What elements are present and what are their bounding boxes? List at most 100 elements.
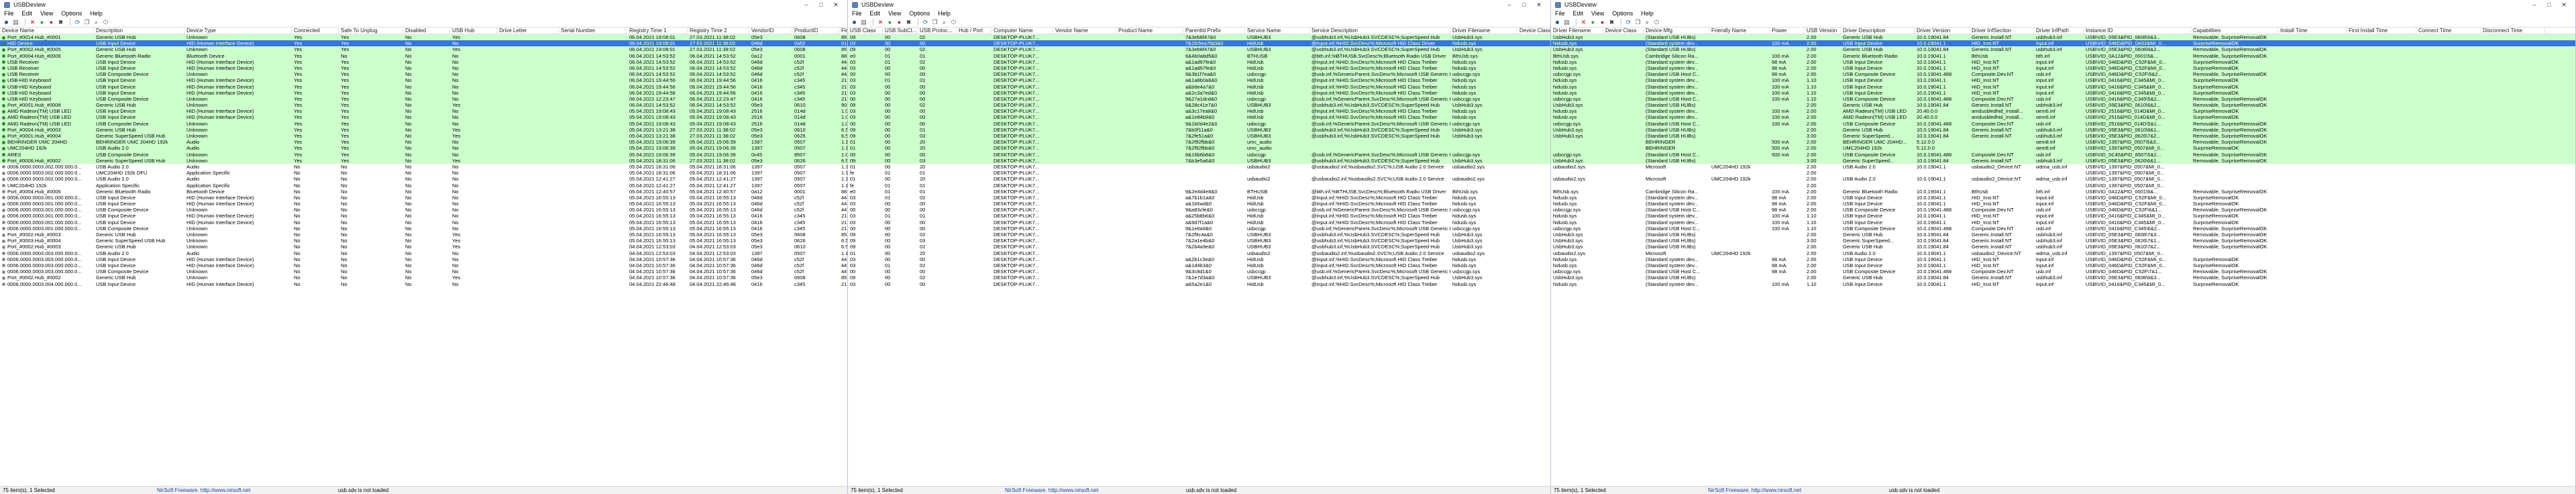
table-row[interactable]: 00 00 00 DESKTOP-PLUK7... 9&1b0d4e2&0 usbccgp… <box>848 120 1550 127</box>
table-row[interactable]: usbccgp.sys (Standard USB Host C... 100 mA… <box>1551 226 2575 232</box>
column-header-cell[interactable]: Drive Letter <box>497 28 559 34</box>
table-row[interactable]: 09 00 02 DESKTOP-PLUK7... 7&2b4a9e&0 USBHUB3 @… <box>848 244 1550 250</box>
maximize-button[interactable]: □ <box>2542 1 2557 8</box>
table-row[interactable]: UsbHub3.sys (Standard USB HUBs) 2.00 Generi… <box>1551 102 2575 109</box>
table-row[interactable]: hidusb.sys (Standard system dev... 98 mA 2.… <box>1551 201 2575 207</box>
save-icon[interactable]: ■ <box>851 19 858 26</box>
table-row[interactable]: BthUsb.sys Cambridge Silicon Ra... 100 mA 2… <box>1551 52 2575 59</box>
column-header-cell[interactable]: USB Version <box>1805 28 1841 34</box>
nirsoft-link[interactable]: NirSoft Freeware. http://www.nirsoft.net <box>157 487 331 493</box>
menu-file[interactable]: File <box>852 10 862 17</box>
table-row[interactable]: AMD Radeon(TM) USB LED USB Input Device HI… <box>0 108 847 115</box>
device-list[interactable]: Port_#0014.Hub_#0001 Generic USB Hub Unkno… <box>0 34 847 487</box>
table-row[interactable]: BEHRINGER UMC 204HD BEHRINGER UMC 204HD 1… <box>0 139 847 146</box>
column-header-cell[interactable]: ParentId Prefix <box>1183 28 1245 34</box>
table-row[interactable]: hidusb.sys (Standard system dev... 100 mA 1… <box>1551 77 2575 84</box>
table-row[interactable]: 09 00 02 DESKTOP-PLUK7... 6&28c41e7&0 USBHUB3… <box>848 102 1550 109</box>
table-row[interactable]: hidusb.sys (Standard system dev... 100 mA 1… <box>1551 213 2575 219</box>
copy-icon[interactable]: ❐ <box>1634 19 1642 26</box>
table-row[interactable]: usbccgp.sys (Standard USB Host C... 98 mA 2… <box>1551 71 2575 78</box>
table-row[interactable]: hidusb.sys (Standard system dev... 100 mA 2… <box>1551 40 2575 47</box>
table-row[interactable]: 00 00 00 DESKTOP-PLUK7... 8&16b6b8&0 usbccgp @… <box>848 151 1550 158</box>
menu-edit[interactable]: Edit <box>22 10 33 17</box>
enable-icon[interactable]: ● <box>1589 19 1597 26</box>
table-row[interactable]: usbaudio2.sys Microsoft UMC204HD 192k 2.00 U… <box>1551 176 2575 182</box>
table-row[interactable]: UsbHub3.sys (Standard USB HUBs) 3.00 Generi… <box>1551 157 2575 164</box>
table-row[interactable]: hidusb.sys (Standard system dev... 100 mA 1… <box>1551 281 2575 287</box>
close-button[interactable]: ✕ <box>828 1 843 9</box>
table-row[interactable]: 0006.0000.0003.003.000.000.0... USB Input… <box>0 262 847 268</box>
column-header-cell[interactable]: Driver InfSection <box>1970 28 2034 34</box>
column-header-cell[interactable]: Connect Time <box>2416 28 2481 34</box>
menu-help[interactable]: Help <box>938 10 951 17</box>
table-row[interactable]: 09 00 01 DESKTOP-PLUK7... 7&b0f11a&0 USBHUB3 @… <box>848 126 1550 133</box>
column-header-cell[interactable]: Device Class <box>1603 28 1644 34</box>
save-icon[interactable]: ■ <box>3 19 10 26</box>
table-row[interactable]: 03 00 00 DESKTOP-PLUK7... a&1ad97fe&0 HidUsb @… <box>848 64 1550 72</box>
table-row[interactable]: hidusb.sys (Standard system dev... 98 mA 2.… <box>1551 64 2575 72</box>
menu-view[interactable]: View <box>888 10 901 17</box>
table-row[interactable]: hidusb.sys (Standard system dev... 100 mA 2… <box>1551 114 2575 121</box>
column-header-cell[interactable]: Service Name <box>1245 28 1309 34</box>
table-row[interactable]: UsbHub3.sys (Standard USB HUBs) 2.00 Generi… <box>1551 34 2575 41</box>
menu-options[interactable]: Options <box>909 10 930 17</box>
table-row[interactable]: 03 00 00 DESKTOP-PLUK7... a&5a2e1&0 HidUsb @in… <box>848 281 1550 287</box>
table-row[interactable]: USB Receiver USB Composite Device Unknown Y… <box>0 71 847 78</box>
table-row[interactable]: 03 00 00 DESKTOP-PLUK7... a&3c17ea8&0 HidUsb @… <box>848 108 1550 115</box>
column-header-cell[interactable]: Device Class <box>1517 28 1550 34</box>
column-header-cell[interactable]: USB SubCl... <box>883 28 918 34</box>
column-header-cell[interactable]: USB Class <box>848 28 883 34</box>
table-row[interactable]: 2.00 USB\VID_1397&PID_0507&MI_0... <box>1551 183 2575 189</box>
disconnect-icon[interactable]: ✕ <box>877 19 884 26</box>
exit-icon[interactable]: ⏻ <box>1653 19 1660 26</box>
table-row[interactable]: 0006.0000.0003.001.000.000.0... USB Input… <box>0 213 847 219</box>
column-header-cell[interactable]: First Install Time <box>2347 28 2416 34</box>
column-header-cell[interactable]: Capabilities <box>2191 28 2278 34</box>
table-row[interactable]: 03 01 01 DESKTOP-PLUK7... a&25b8b6&0 HidUsb @i… <box>848 213 1550 219</box>
column-header-cell[interactable]: Service Description <box>1309 28 1450 34</box>
enable-icon[interactable]: ● <box>886 19 894 26</box>
table-row[interactable]: usbaudio2.sys Microsoft UMC204HD 192k 2.00 U… <box>1551 164 2575 170</box>
column-header-cell[interactable]: VendorID <box>749 28 792 34</box>
table-row[interactable]: 01 00 20 DESKTOP-PLUK7... usbaudio2 @usbaudio… <box>848 164 1550 170</box>
column-header-cell[interactable]: Device Name <box>0 28 94 34</box>
menu-view[interactable]: View <box>40 10 53 17</box>
column-header-cell[interactable]: Description <box>94 28 184 34</box>
table-row[interactable]: USB-HID Keyboard USB Composite Device Unkn… <box>0 95 847 103</box>
minimize-button[interactable]: – <box>1502 1 1517 8</box>
table-row[interactable]: UsbHub3.sys (Standard USB HUBs) 2.00 Generi… <box>1551 244 2575 250</box>
table-row[interactable]: Port_#0002.Hub_#0003 Generic USB Hub Unkno… <box>0 244 847 250</box>
table-row[interactable]: 0006.0000.0003.001.000.000.0... USB Input… <box>0 219 847 226</box>
table-row[interactable]: Port_#0002.Hub_#0002 Generic USB Hub Unkno… <box>0 275 847 281</box>
table-row[interactable]: 0006.0000.0003.004.000.000.0... USB Input… <box>0 281 847 287</box>
table-row[interactable]: UMC204HD 192k USB Audio 2.0 Audio Yes Yes No N… <box>0 145 847 152</box>
table-row[interactable]: Port_#0004.Hub_#0006 Generic Bluetooth Ra… <box>0 52 847 59</box>
table-row[interactable]: 09 00 02 DESKTOP-PLUK7... 7&1e7d3a&0 USBHUB3 @… <box>848 275 1550 281</box>
table-row[interactable]: 03 00 00 DESKTOP-PLUK7... a&1b5ad&0 HidUsb @in… <box>848 201 1550 207</box>
column-header-cell[interactable]: USB Protoc... <box>918 28 957 34</box>
save-icon[interactable]: ■ <box>1554 19 1561 26</box>
column-header-cell[interactable]: Computer Name <box>991 28 1053 34</box>
table-row[interactable]: hidusb.sys (Standard system dev... 98 mA 2.… <box>1551 58 2575 65</box>
table-row[interactable]: Port_#0004.Hub_#0006 Generic Bluetooth Ra… <box>0 189 847 195</box>
column-header-cell[interactable]: Driver Version <box>1915 28 1970 34</box>
table-row[interactable]: 01 00 20 DESKTOP-PLUK7... usbaudio2 @usbaudio… <box>848 250 1550 256</box>
table-row[interactable]: Port_#0006.Hub_#0002 Generic SuperSpeed U… <box>0 157 847 164</box>
menu-view[interactable]: View <box>1591 10 1604 17</box>
maximize-button[interactable]: □ <box>814 1 828 8</box>
table-row[interactable]: e0 01 01 DESKTOP-PLUK7... 9&2e4d4e8&0 BTHUSB @… <box>848 189 1550 195</box>
copy-icon[interactable]: ❐ <box>83 19 91 26</box>
table-row[interactable]: hidusb.sys (Standard system dev... 100 mA 1… <box>1551 219 2575 226</box>
column-header-cell[interactable]: Registry Time 2 <box>688 28 749 34</box>
table-row[interactable]: 03 01 02 DESKTOP-PLUK7... a&1d4b3&0 HidUsb @in… <box>848 262 1550 268</box>
column-header-cell[interactable]: Product Name <box>1116 28 1183 34</box>
table-row[interactable]: ARES USB Composite Device Unknown Yes Yes No N… <box>0 151 847 158</box>
copy-icon[interactable]: ❐ <box>931 19 938 26</box>
table-row[interactable]: USB-HID Keyboard USB Input Device HID (Hum… <box>0 77 847 84</box>
table-row[interactable]: fe0101DESKTOP-PLUK7...2.00 <box>848 183 1550 189</box>
search-icon[interactable]: ⌕ <box>941 19 948 26</box>
close-button[interactable]: ✕ <box>1532 1 1546 9</box>
table-row[interactable]: UsbHub3.sys (Standard USB HUBs) 3.00 Generi… <box>1551 238 2575 244</box>
table-row[interactable]: BEHRINGER 500 mA 2.00 UMC204HD 192k 5.12.0.0… <box>1551 145 2575 152</box>
table-row[interactable]: USB Receiver USB Input Device HID (Human I… <box>0 64 847 72</box>
